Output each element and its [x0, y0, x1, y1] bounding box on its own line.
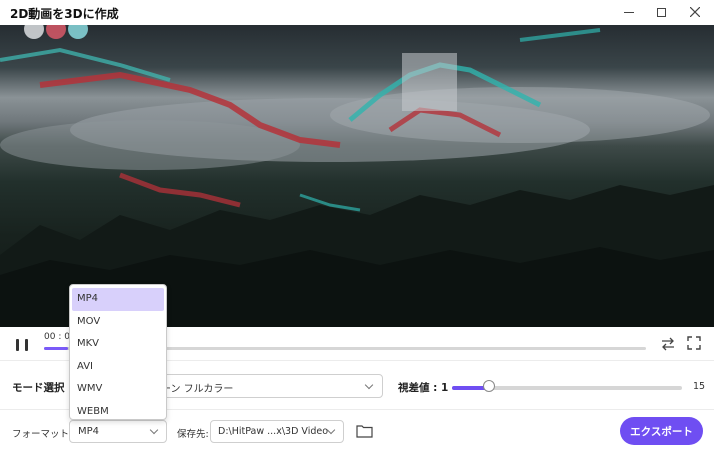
minimize-icon [624, 11, 634, 13]
format-select[interactable]: MP4 [69, 420, 167, 443]
parallax-value: 1 [441, 382, 449, 394]
parallax-max: 15 [693, 381, 706, 392]
maximize-button[interactable] [650, 2, 672, 22]
export-button[interactable]: エクスポート [620, 417, 703, 445]
format-option[interactable]: MP4 [72, 288, 164, 311]
save-path-select[interactable]: D:\HitPaw ...x\3D Video [210, 420, 344, 443]
close-icon [690, 7, 700, 17]
chevron-down-icon [364, 380, 374, 390]
format-value: MP4 [78, 426, 100, 437]
chevron-down-icon [149, 425, 159, 435]
format-dropdown-menu: MP4 MOV MKV AVI WMV WEBM [69, 284, 167, 420]
mode-label: モード選択 : [12, 382, 73, 394]
window-title: 2D動画を3Dに作成 [10, 7, 119, 21]
pause-icon[interactable] [16, 339, 28, 351]
title-bar: 2D動画を3Dに作成 [0, 0, 714, 25]
mode-select[interactable]: ーン フルカラー [140, 374, 383, 398]
format-option[interactable]: WEBM [72, 401, 164, 424]
swap-icon[interactable] [660, 336, 676, 352]
save-location-label: 保存先: [177, 429, 209, 440]
progress-fill [44, 347, 69, 350]
parallax-label-text: 視差値 : [398, 382, 442, 394]
minimize-button[interactable] [618, 2, 640, 22]
fullscreen-icon[interactable] [687, 336, 701, 350]
parallax-label: 視差値 : 1 [398, 380, 448, 395]
mode-value: ーン フルカラー [161, 384, 234, 395]
format-option[interactable]: AVI [72, 356, 164, 379]
parallax-slider-handle[interactable] [482, 380, 495, 392]
folder-icon[interactable] [356, 424, 373, 438]
format-option[interactable]: WMV [72, 378, 164, 401]
anaglyph-landscape-image [0, 25, 714, 327]
format-label: フォーマット: [12, 429, 73, 440]
save-path-value: D:\HitPaw ...x\3D Video [218, 426, 329, 437]
format-option[interactable]: MOV [72, 311, 164, 334]
format-option[interactable]: MKV [72, 333, 164, 356]
video-preview[interactable] [0, 25, 714, 327]
maximize-icon [656, 7, 666, 17]
chevron-down-icon [326, 425, 336, 435]
close-button[interactable] [684, 2, 706, 22]
